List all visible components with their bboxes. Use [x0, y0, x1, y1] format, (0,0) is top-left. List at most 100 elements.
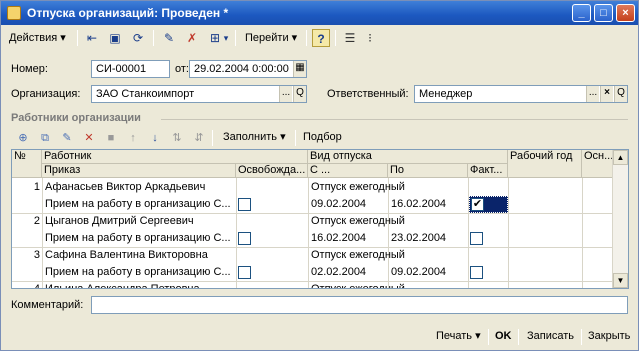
ok-button[interactable]: OK	[491, 327, 516, 345]
toolbar-separator	[295, 130, 296, 146]
date-to: 16.02.2004	[391, 198, 447, 210]
order: Прием на работу в организацию С...	[45, 232, 231, 244]
close-button[interactable]: Закрыть	[584, 327, 634, 345]
open-responsible-icon[interactable]: Q	[614, 86, 627, 102]
chevron-down-icon: ▾	[475, 330, 481, 342]
clear-responsible-button[interactable]: ×	[600, 86, 613, 102]
help-icon[interactable]: ?	[312, 29, 330, 47]
header-fact[interactable]: Факт...	[468, 164, 508, 178]
close-window-button[interactable]: ×	[616, 4, 635, 22]
document-view-icon[interactable]: ▣	[106, 29, 124, 47]
actions-menu[interactable]: Действия ▾	[5, 28, 70, 48]
bottom-bar: Печать ▾ OK Записать Закрыть	[1, 321, 638, 350]
edit-row-icon[interactable]: ✎	[59, 130, 75, 146]
window-title: Отпуска организаций: Проведен *	[27, 6, 229, 20]
toolbar-separator	[335, 30, 336, 46]
print-label: Печать	[436, 330, 473, 342]
row-number: 4	[33, 283, 40, 289]
sort-ascending-icon[interactable]: ⇅	[169, 130, 185, 146]
goto-label: Перейти	[245, 32, 289, 44]
worker-name: Цыганов Дмитрий Сергеевич	[45, 215, 194, 227]
add-row-icon[interactable]: ⊕	[15, 130, 31, 146]
number-field[interactable]: СИ-00001	[91, 60, 170, 78]
release-checkbox[interactable]	[238, 198, 251, 211]
sort-descending-icon[interactable]: ⇵	[191, 130, 207, 146]
refresh-icon[interactable]: ⟳	[129, 29, 147, 47]
move-up-icon[interactable]: ↑	[125, 130, 141, 146]
section-title: Работники организации	[11, 112, 141, 124]
chevron-down-icon: ▾	[60, 32, 66, 44]
table-toolbar: ⊕ ⧉ ✎ ✕ ■ ↑ ↓ ⇅ ⇵ Заполнить ▾ Подбор	[11, 128, 631, 148]
date-value: 29.02.2004 0:00:00	[194, 63, 289, 75]
copy-row-icon[interactable]: ⧉	[37, 130, 53, 146]
document-icon	[7, 6, 21, 20]
pick-button[interactable]: Подбор	[299, 128, 346, 147]
fact-checkbox-checked[interactable]: ✔	[471, 198, 484, 211]
unpost-document-icon[interactable]: ✗	[183, 29, 201, 47]
move-down-icon[interactable]: ↓	[147, 130, 163, 146]
grid-line	[508, 178, 509, 288]
release-checkbox[interactable]	[238, 266, 251, 279]
organization-value: ЗАО Станкоимпорт	[96, 88, 195, 100]
delete-row-icon[interactable]: ✕	[81, 130, 97, 146]
worker-name: Афанасьев Виктор Аркадьевич	[45, 181, 206, 193]
select-responsible-button[interactable]: ...	[586, 86, 599, 102]
scroll-up-icon[interactable]: ▲	[613, 150, 628, 165]
chevron-down-icon: ▾	[291, 32, 298, 44]
organization-field[interactable]: ЗАО Станкоимпорт ... Q	[91, 85, 307, 103]
table-scrollbar[interactable]: ▲ ▼	[612, 150, 628, 288]
row-number: 3	[33, 249, 40, 261]
fill-menu[interactable]: Заполнить ▾	[219, 128, 290, 147]
goto-menu[interactable]: Перейти ▾	[241, 28, 301, 48]
header-release[interactable]: Освобожда...	[236, 164, 308, 178]
tree-list-icon[interactable]: ⁝	[361, 29, 379, 47]
fact-checkbox[interactable]	[470, 232, 483, 245]
date-field[interactable]: 29.02.2004 0:00:00 ▦	[189, 60, 307, 78]
toolbar-separator	[235, 30, 236, 46]
worker-name: Сафина Валентина Викторовна	[45, 249, 208, 261]
minimize-button[interactable]: _	[572, 4, 591, 22]
fact-checkbox[interactable]	[470, 266, 483, 279]
header-from[interactable]: С ...	[308, 164, 388, 178]
selected-cell[interactable]: ✔	[469, 196, 508, 213]
row-number: 1	[33, 181, 40, 193]
order: Прием на работу в организацию С...	[45, 266, 231, 278]
header-to[interactable]: По	[388, 164, 468, 178]
save-button[interactable]: Записать	[523, 327, 578, 345]
worker-name: Ильина Александра Петровна	[45, 283, 200, 289]
header-basis[interactable]: Осн...	[582, 150, 614, 178]
header-vacation-type[interactable]: Вид отпуска	[308, 150, 508, 164]
responsible-label: Ответственный:	[327, 88, 409, 100]
arrow-left-icon[interactable]: ⇤	[83, 29, 101, 47]
scroll-down-icon[interactable]: ▼	[613, 273, 628, 288]
date-to: 23.02.2004	[391, 232, 447, 244]
header-order[interactable]: Приказ	[42, 164, 236, 178]
organization-label: Организация:	[11, 88, 81, 100]
date-to: 09.02.2004	[391, 266, 447, 278]
release-checkbox[interactable]	[238, 232, 251, 245]
comment-field[interactable]	[91, 296, 628, 314]
header-work-year[interactable]: Рабочий год	[508, 150, 582, 178]
vacation-type: Отпуск ежегодный	[311, 249, 405, 261]
date-from: 09.02.2004	[311, 198, 367, 210]
print-menu[interactable]: Печать ▾	[432, 327, 485, 345]
toolbar-separator	[153, 30, 154, 46]
header-num[interactable]: №	[12, 150, 42, 178]
chevron-down-icon: ▾	[280, 131, 286, 143]
chevron-down-icon[interactable]: ▾	[217, 29, 235, 47]
order: Прием на работу в организацию С...	[45, 198, 231, 210]
post-document-icon[interactable]: ✎	[160, 29, 178, 47]
vacation-type: Отпуск ежегодный	[311, 283, 405, 289]
end-edit-icon[interactable]: ■	[103, 130, 119, 146]
calendar-icon[interactable]: ▦	[293, 61, 306, 77]
toolbar-separator	[581, 329, 582, 345]
select-organization-button[interactable]: ...	[279, 86, 292, 102]
toolbar-separator	[212, 130, 213, 146]
header-worker[interactable]: Работник	[42, 150, 308, 164]
list-icon[interactable]: ☰	[341, 29, 359, 47]
maximize-button[interactable]: □	[594, 4, 613, 22]
workers-table[interactable]: № Работник Приказ Освобожда... Вид отпус…	[11, 149, 629, 289]
responsible-field[interactable]: Менеджер ... × Q	[414, 85, 628, 103]
title-bar[interactable]: Отпуска организаций: Проведен * _ □ ×	[1, 1, 638, 25]
open-organization-icon[interactable]: Q	[293, 86, 306, 102]
